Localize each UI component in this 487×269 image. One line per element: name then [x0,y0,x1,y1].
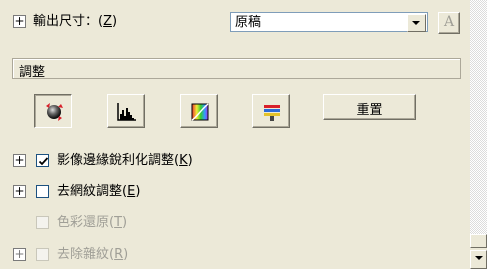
output-size-expand-toggle[interactable]: + [13,15,26,28]
dust-removal-expand-toggle[interactable]: + [13,248,26,261]
color-palette-button[interactable] [252,94,290,128]
unsharp-mask-checkbox[interactable] [36,154,49,167]
scrollbar-thumb[interactable] [470,234,487,248]
descreening-accelerator: E [127,184,136,199]
exposure-dial-icon [46,103,63,121]
size-settings-button[interactable]: A [438,12,460,34]
adjustments-title: 調整 [19,65,46,80]
color-restoration-accelerator: T [114,215,123,230]
output-size-label: 輸出尺寸：(Z) [33,14,118,29]
chevron-down-icon[interactable] [407,14,426,32]
descreening-label-text: 去網紋調整 [57,184,123,199]
dust-removal-checkbox[interactable] [36,248,49,261]
exposure-button[interactable] [34,94,72,128]
unsharp-mask-expand-toggle[interactable]: + [13,154,26,167]
text-size-icon: A [444,14,455,30]
scroll-down-button[interactable] [470,250,487,269]
output-size-selected-value: 原稿 [235,15,262,30]
dust-removal-accelerator: R [114,247,124,262]
histogram-icon [117,103,136,121]
color-palette-icon [264,105,280,121]
output-size-accelerator: Z [103,14,112,29]
dust-removal-label-text: 去除雜紋 [57,247,110,262]
output-size-label-text: 輸出尺寸： [33,14,99,29]
reset-label: 重置 [356,103,383,118]
checkmark-icon [38,157,49,166]
unsharp-mask-accelerator: K [179,153,188,168]
unsharp-mask-label: 影像邊緣銳利化調整(K) [57,153,193,168]
color-restoration-label-text: 色彩還原 [57,215,110,230]
reset-button[interactable]: 重置 [323,94,416,120]
unsharp-mask-label-text: 影像邊緣銳利化調整 [57,153,175,168]
descreening-expand-toggle[interactable]: + [13,185,26,198]
color-restoration-checkbox[interactable] [36,216,49,229]
output-size-select[interactable]: 原稿 [230,12,428,32]
tone-curve-button[interactable] [180,94,218,128]
dust-removal-label: 去除雜紋(R) [57,247,129,262]
histogram-button[interactable] [107,94,145,128]
scrollbar-track[interactable] [470,0,487,234]
descreening-checkbox[interactable] [36,185,49,198]
adjustments-section-header: 調整 [12,58,461,80]
color-restoration-label: 色彩還原(T) [57,215,128,230]
descreening-label: 去網紋調整(E) [57,184,141,199]
tone-curve-icon [191,103,209,121]
